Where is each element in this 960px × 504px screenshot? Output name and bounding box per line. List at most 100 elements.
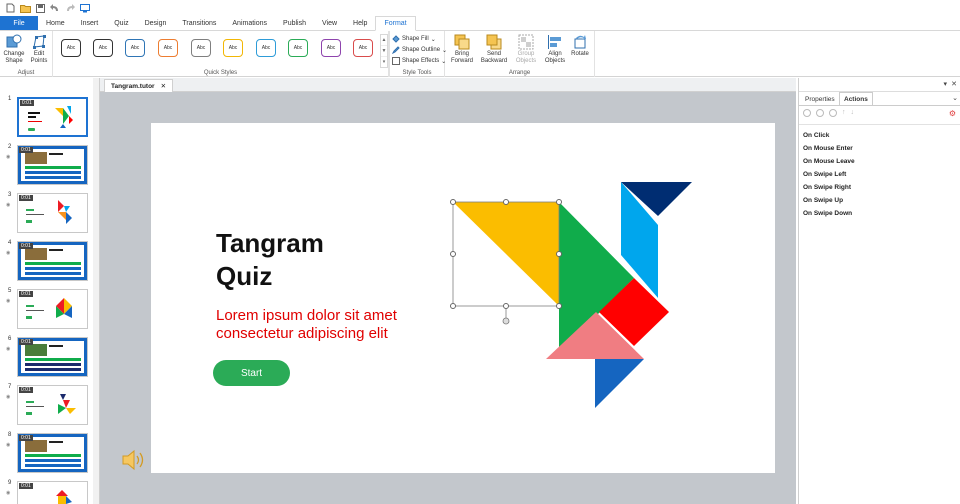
tab-format[interactable]: Format [375,16,416,31]
slide-preview[interactable]: 0:01 [17,193,88,233]
group-objects-button[interactable]: Group Objects [512,34,540,65]
more-styles-icon[interactable]: ▾ [381,57,387,68]
tab-file[interactable]: File [0,16,38,30]
slide-preview[interactable]: 0:01 [17,97,88,137]
start-button[interactable]: Start [213,360,290,386]
slide-thumbnail-5[interactable]: 5 ◉ 0:01 [0,288,92,332]
trigger-on-swipe-down[interactable]: On Swipe Down [803,210,852,217]
document-tab[interactable]: Tangram.tutor ✕ [104,79,174,92]
slide[interactable]: Tangram Quiz Lorem ipsum dolor sit amet … [151,123,775,473]
new-file-icon[interactable] [4,2,16,14]
tab-transitions[interactable]: Transitions [174,16,224,30]
shape-outline-button[interactable]: Shape Outline ⌄ [392,45,447,55]
quick-style-2[interactable]: Abc [93,39,113,57]
slide-preview[interactable]: 0:01 [17,433,88,473]
resize-handle[interactable] [450,251,456,257]
tab-home[interactable]: Home [38,16,73,30]
resize-handle[interactable] [450,199,456,205]
shape-fill-button[interactable]: Shape Fill ⌄ [392,34,436,44]
slide-thumbnail-1[interactable]: 1 0:01 [0,96,92,140]
quick-style-8[interactable]: Abc [288,39,308,57]
slide-preview[interactable]: 0:01 [17,337,88,377]
slide-canvas[interactable]: Tangram Quiz Lorem ipsum dolor sit amet … [100,92,796,504]
bring-forward-button[interactable]: Bring Forward [448,34,476,65]
tab-insert[interactable]: Insert [73,16,107,30]
open-folder-icon[interactable] [19,2,31,14]
slide-thumbnail-2[interactable]: 2 ◉ 0:01 [0,144,92,188]
slide-preview[interactable]: 0:01 [17,289,88,329]
edit-points-button[interactable]: Edit Points [26,34,52,65]
thumbnails-scrollbar[interactable] [93,78,99,504]
rotate-button[interactable]: Rotate [567,34,593,58]
pin-icon[interactable]: ▾ [943,80,947,88]
settings-gear-icon[interactable]: ⚙ [949,109,956,118]
resize-handle[interactable] [556,251,562,257]
trigger-on-click[interactable]: On Click [803,132,829,139]
quick-style-9[interactable]: Abc [321,39,341,57]
resize-handle[interactable] [556,303,562,309]
trigger-on-swipe-left[interactable]: On Swipe Left [803,171,846,178]
quick-style-7[interactable]: Abc [256,39,276,57]
tab-design[interactable]: Design [137,16,175,30]
resize-handle[interactable] [556,199,562,205]
delete-action-icon[interactable] [829,109,837,117]
trigger-on-mouse-leave[interactable]: On Mouse Leave [803,158,855,165]
slide-preview[interactable]: 0:01 [17,481,88,504]
tab-help[interactable]: Help [345,16,375,30]
tab-quiz[interactable]: Quiz [106,16,136,30]
quick-style-3[interactable]: Abc [125,39,145,57]
slide-thumbnail-7[interactable]: 7 ◉ 0:01 [0,384,92,428]
scroll-up-icon[interactable]: ▲ [381,35,387,46]
move-down-icon[interactable]: ↓ [851,109,855,119]
tab-actions[interactable]: Actions [839,92,873,106]
slide-title[interactable]: Tangram Quiz [216,227,416,293]
slide-thumbnail-8[interactable]: 8 ◉ 0:01 [0,432,92,476]
trigger-on-mouse-enter[interactable]: On Mouse Enter [803,145,853,152]
scroll-down-icon[interactable]: ▼ [381,46,387,57]
tab-view[interactable]: View [314,16,345,30]
undo-icon[interactable] [49,2,61,14]
slide-duration-badge: 0:01 [19,387,33,393]
resize-handle[interactable] [503,303,509,309]
trigger-on-swipe-right[interactable]: On Swipe Right [803,184,851,191]
quick-style-6[interactable]: Abc [223,39,243,57]
shape-effects-button[interactable]: Shape Effects ⌄ [392,56,446,66]
redo-icon[interactable] [64,2,76,14]
send-backward-button[interactable]: Send Backward [479,34,509,65]
rotation-handle[interactable] [502,317,510,325]
slide-preview[interactable]: 0:01 [17,385,88,425]
resize-handle[interactable] [503,199,509,205]
add-action-icon[interactable] [803,109,811,117]
panel-dropdown-chevron-icon[interactable]: ⌄ [952,94,958,102]
tab-animations[interactable]: Animations [224,16,275,30]
align-objects-button[interactable]: Align Objects [541,34,569,65]
slide-thumbnail-9[interactable]: 9 ◉ 0:01 [0,480,92,504]
tangram-yellow-triangle[interactable] [453,202,559,306]
change-shape-button[interactable]: Change Shape [1,34,27,65]
save-icon[interactable] [34,2,46,14]
edit-points-icon [31,34,47,50]
tangram-dark-blue-triangle[interactable] [595,359,644,408]
slide-preview[interactable]: 0:01 [17,241,88,281]
quick-style-10[interactable]: Abc [353,39,373,57]
slide-thumbnails-panel: 1 0:01 2 ◉ 0:01 3 ◉ 0:01 4 ◉ 0:01 5 ◉ 0:01 6… [0,78,100,504]
trigger-on-swipe-up[interactable]: On Swipe Up [803,197,843,204]
quick-styles-scroll[interactable]: ▲ ▼ ▾ [380,34,388,68]
slide-body-text[interactable]: Lorem ipsum dolor sit amet consectetur a… [216,307,436,343]
quick-style-5[interactable]: Abc [191,39,211,57]
tab-publish[interactable]: Publish [275,16,314,30]
edit-action-icon[interactable] [816,109,824,117]
move-up-icon[interactable]: ↑ [842,109,846,119]
slide-thumbnail-6[interactable]: 6 ◉ 0:01 [0,336,92,380]
preview-icon[interactable] [79,2,91,14]
slide-thumbnail-4[interactable]: 4 ◉ 0:01 [0,240,92,284]
close-panel-icon[interactable]: ✕ [951,80,957,88]
resize-handle[interactable] [450,303,456,309]
slide-preview[interactable]: 0:01 [17,145,88,185]
close-icon[interactable]: ✕ [161,82,166,90]
tab-properties[interactable]: Properties [801,92,839,106]
quick-style-4[interactable]: Abc [158,39,178,57]
quick-style-1[interactable]: Abc [61,39,81,57]
slide-thumbnail-3[interactable]: 3 ◉ 0:01 [0,192,92,236]
speaker-icon[interactable] [120,448,148,472]
